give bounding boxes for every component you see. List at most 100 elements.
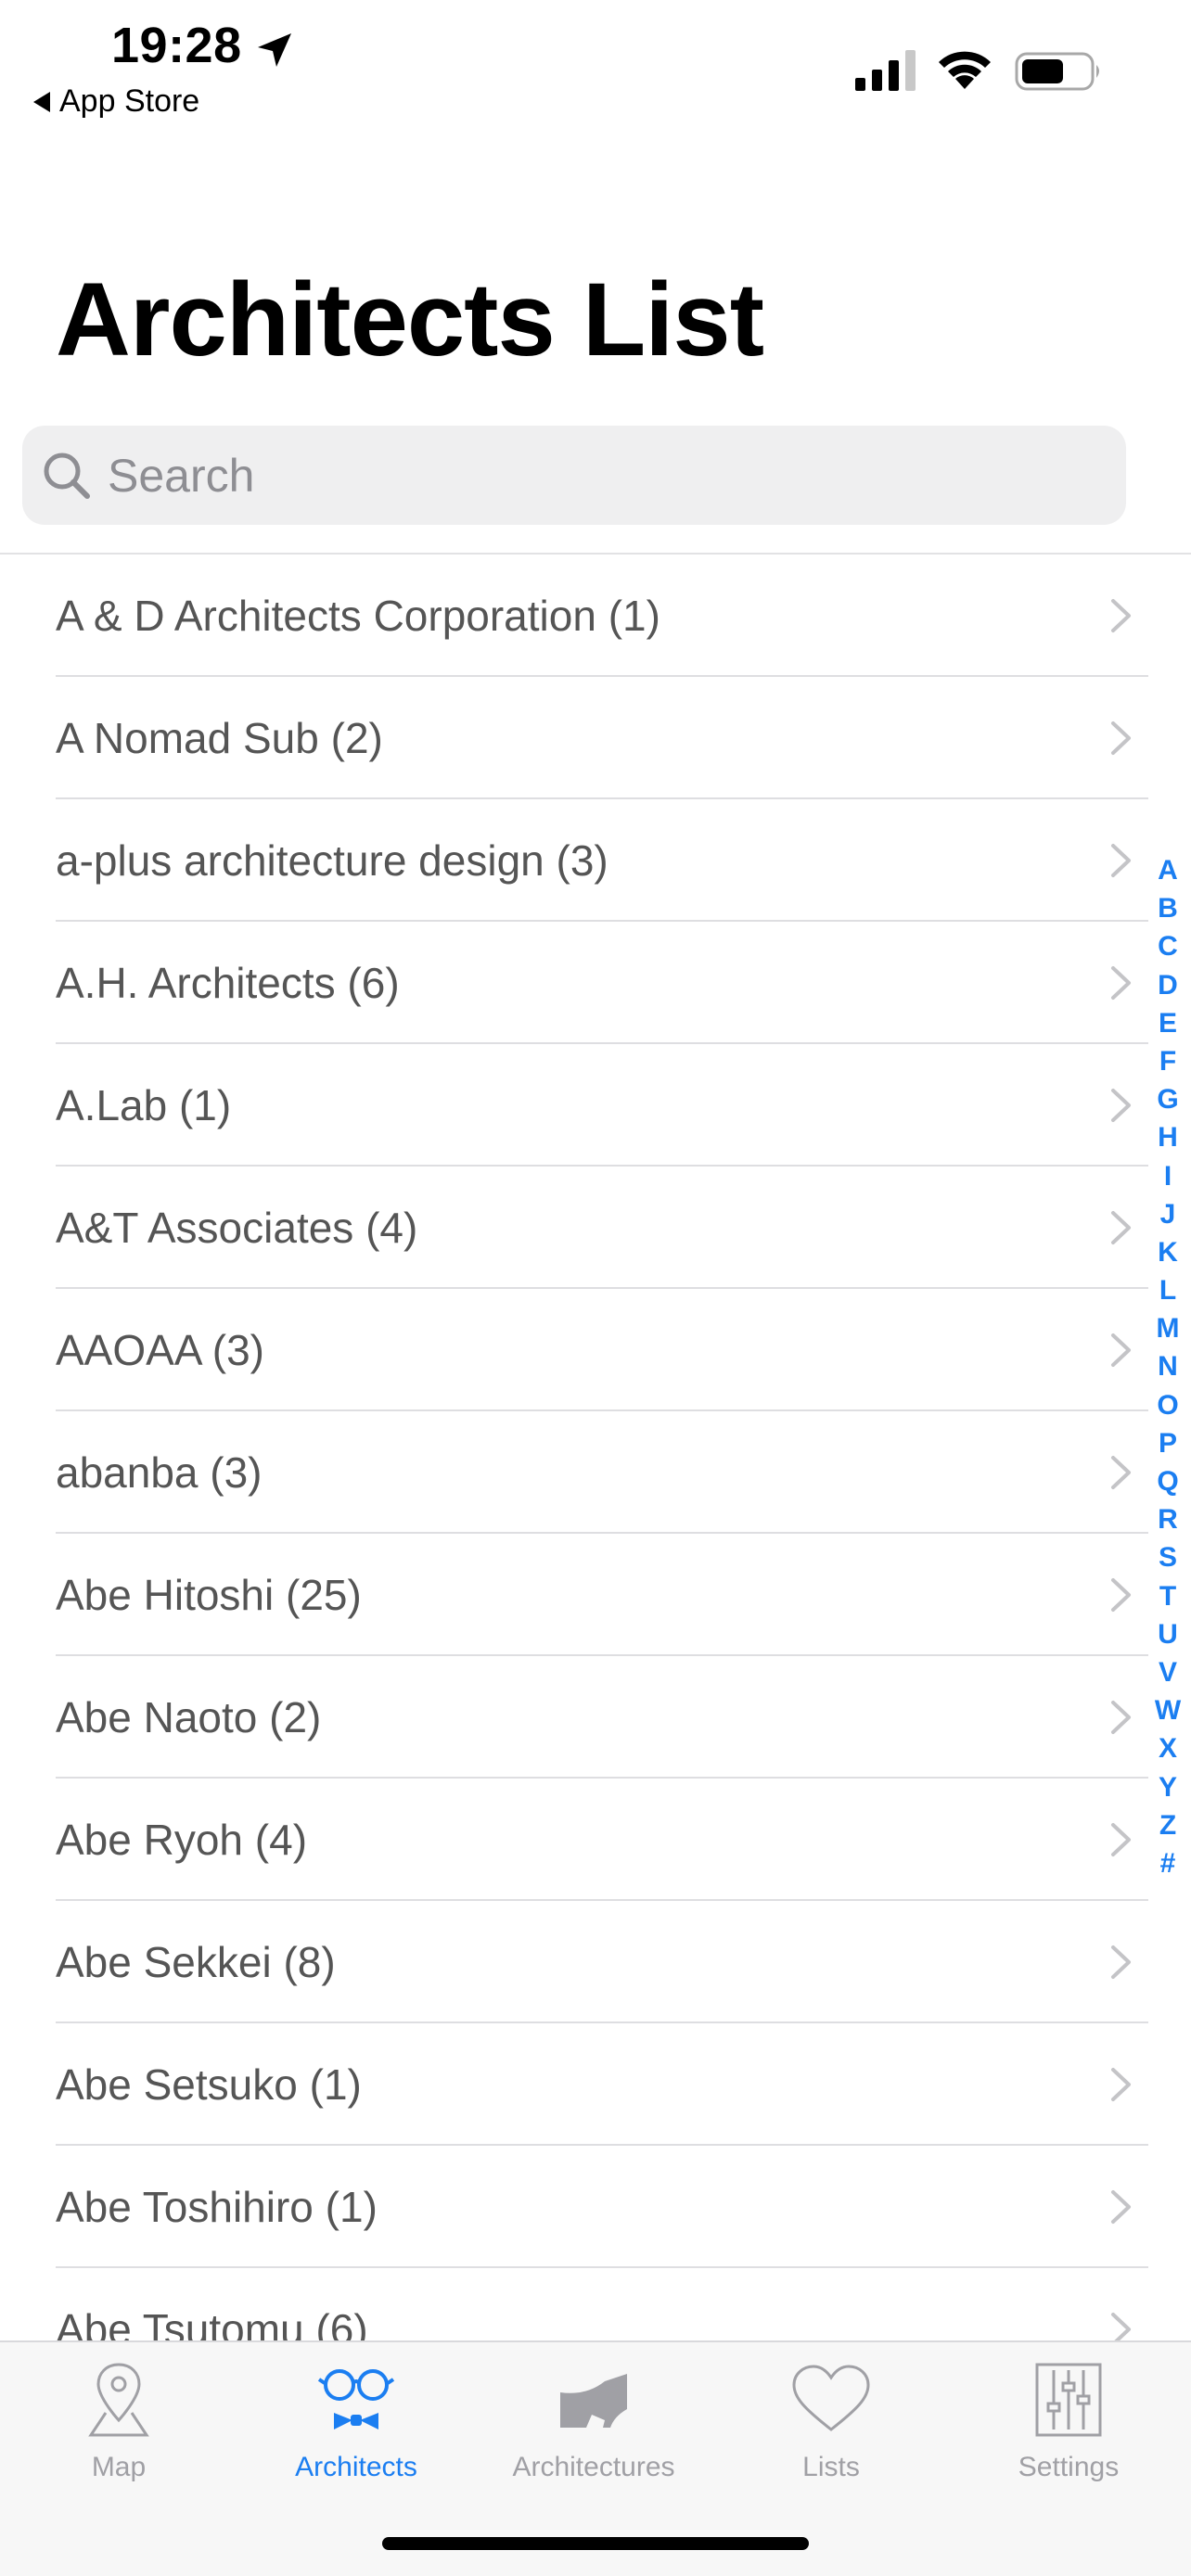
index-letter[interactable]: Z (1159, 1806, 1176, 1844)
index-letter[interactable]: M (1157, 1309, 1180, 1347)
architect-row[interactable]: A Nomad Sub (2) (0, 677, 1191, 799)
architect-row-label: Abe Hitoshi (25) (56, 1571, 362, 1619)
architect-row-label: AAOAA (3) (56, 1326, 264, 1374)
architect-row[interactable]: abanba (3) (0, 1411, 1191, 1534)
chevron-right-icon (1111, 1211, 1131, 1244)
back-app-label: App Store (59, 83, 200, 119)
architect-row[interactable]: Abe Setsuko (1) (0, 2023, 1191, 2146)
architect-row[interactable]: A&T Associates (4) (0, 1167, 1191, 1289)
chevron-right-icon (1111, 1333, 1131, 1367)
tab-lists-label: Lists (802, 2452, 860, 2482)
architect-row[interactable]: Abe Naoto (2) (0, 1656, 1191, 1779)
architect-row[interactable]: A & D Architects Corporation (1) (0, 555, 1191, 677)
architect-row-label: a-plus architecture design (3) (56, 836, 608, 885)
architect-row-label: A.Lab (1) (56, 1081, 232, 1129)
tab-architectures[interactable]: Architectures (475, 2342, 712, 2500)
index-letter[interactable]: # (1160, 1844, 1176, 1882)
chevron-right-icon (1111, 2190, 1131, 2224)
architect-row-label: A Nomad Sub (2) (56, 714, 383, 762)
chevron-right-icon (1111, 721, 1131, 755)
index-letter[interactable]: W (1155, 1691, 1181, 1729)
architect-row[interactable]: a-plus architecture design (3) (0, 799, 1191, 922)
map-pin-icon (88, 2363, 149, 2437)
alphabet-index[interactable]: A B C D E F G H I J K L M N O P Q R S T U V W X Y Z # (1148, 851, 1187, 1882)
architect-row-label: Abe Setsuko (1) (56, 2060, 362, 2109)
chevron-right-icon (1111, 1578, 1131, 1612)
sliders-icon (1035, 2363, 1102, 2437)
index-letter[interactable]: P (1159, 1424, 1177, 1462)
index-letter[interactable]: A (1158, 851, 1178, 889)
wifi-icon (939, 51, 991, 89)
architect-row-label: A&T Associates (4) (56, 1204, 418, 1252)
tab-map[interactable]: Map (0, 2342, 237, 2500)
architect-row[interactable]: A.H. Architects (6) (0, 922, 1191, 1044)
tab-architectures-label: Architectures (512, 2452, 675, 2482)
tab-map-label: Map (91, 2452, 147, 2482)
architect-row-label: Abe Toshihiro (1) (56, 2183, 378, 2231)
architect-row[interactable]: Abe Tsutomu (6) (0, 2268, 1191, 2340)
architect-row-label: Abe Naoto (2) (56, 1693, 322, 1741)
architect-row-label: A.H. Architects (6) (56, 959, 400, 1007)
architect-row[interactable]: Abe Ryoh (4) (0, 1779, 1191, 1901)
architect-row-label: abanba (3) (56, 1448, 263, 1497)
chevron-right-icon (1111, 1823, 1131, 1856)
architect-row-label: Abe Sekkei (8) (56, 1938, 336, 1986)
tab-settings[interactable]: Settings (950, 2342, 1187, 2500)
index-letter[interactable]: N (1158, 1347, 1178, 1385)
chevron-right-icon (1111, 1701, 1131, 1734)
architect-row[interactable]: Abe Sekkei (8) (0, 1901, 1191, 2023)
index-letter[interactable]: B (1158, 889, 1178, 927)
location-arrow-icon (258, 33, 291, 67)
chevron-right-icon (1111, 599, 1131, 632)
chevron-right-icon (1111, 1089, 1131, 1122)
index-letter[interactable]: Q (1157, 1462, 1178, 1500)
index-letter[interactable]: U (1158, 1615, 1178, 1653)
index-letter[interactable]: R (1158, 1500, 1178, 1538)
chevron-right-icon (1111, 966, 1131, 1000)
chevron-right-icon (1111, 2068, 1131, 2101)
page-title: Architects List (56, 261, 764, 377)
tab-settings-label: Settings (1018, 2452, 1120, 2482)
index-letter[interactable]: K (1158, 1233, 1178, 1271)
index-letter[interactable]: I (1164, 1157, 1172, 1195)
architect-row[interactable]: Abe Toshihiro (1) (0, 2146, 1191, 2268)
tab-architects[interactable]: Architects (237, 2342, 475, 2500)
chevron-right-icon (1111, 1945, 1131, 1979)
index-letter[interactable]: S (1159, 1538, 1177, 1576)
search-bar[interactable] (22, 426, 1126, 525)
architect-row[interactable]: A.Lab (1) (0, 1044, 1191, 1167)
tab-architects-label: Architects (295, 2452, 417, 2482)
index-letter[interactable]: E (1159, 1004, 1177, 1042)
index-letter[interactable]: G (1157, 1080, 1178, 1118)
index-letter[interactable]: V (1159, 1653, 1177, 1691)
search-icon (44, 453, 90, 499)
glasses-bowtie-icon (317, 2369, 395, 2429)
index-letter[interactable]: J (1160, 1195, 1176, 1233)
index-letter[interactable]: X (1159, 1729, 1177, 1767)
search-input[interactable] (108, 448, 1035, 503)
index-letter[interactable]: F (1159, 1042, 1176, 1080)
index-letter[interactable]: Y (1159, 1768, 1177, 1806)
tab-lists[interactable]: Lists (712, 2342, 950, 2500)
architect-row[interactable]: AAOAA (3) (0, 1289, 1191, 1411)
architect-row-label: Abe Ryoh (4) (56, 1816, 308, 1864)
chevron-right-icon (1111, 1456, 1131, 1489)
index-letter[interactable]: O (1157, 1386, 1178, 1424)
heart-icon (792, 2365, 870, 2431)
index-letter[interactable]: H (1158, 1118, 1178, 1156)
back-triangle-icon (33, 91, 50, 112)
architect-row[interactable]: Abe Hitoshi (25) (0, 1534, 1191, 1656)
chevron-right-icon (1111, 844, 1131, 877)
index-letter[interactable]: C (1158, 927, 1178, 965)
home-indicator (382, 2537, 809, 2550)
screen: 19:28 App Store Architects List A & D Ar… (0, 0, 1191, 2576)
index-letter[interactable]: T (1159, 1577, 1176, 1615)
index-letter[interactable]: L (1159, 1271, 1176, 1309)
status-time: 19:28 (111, 18, 242, 73)
back-to-app-store[interactable]: App Store (33, 83, 199, 120)
building-icon (560, 2374, 627, 2428)
index-letter[interactable]: D (1158, 966, 1178, 1004)
architect-list[interactable]: A & D Architects Corporation (1) A Nomad … (0, 555, 1191, 2340)
architect-row-label: A & D Architects Corporation (1) (56, 592, 660, 640)
architect-row-label: Abe Tsutomu (6) (56, 2305, 368, 2340)
